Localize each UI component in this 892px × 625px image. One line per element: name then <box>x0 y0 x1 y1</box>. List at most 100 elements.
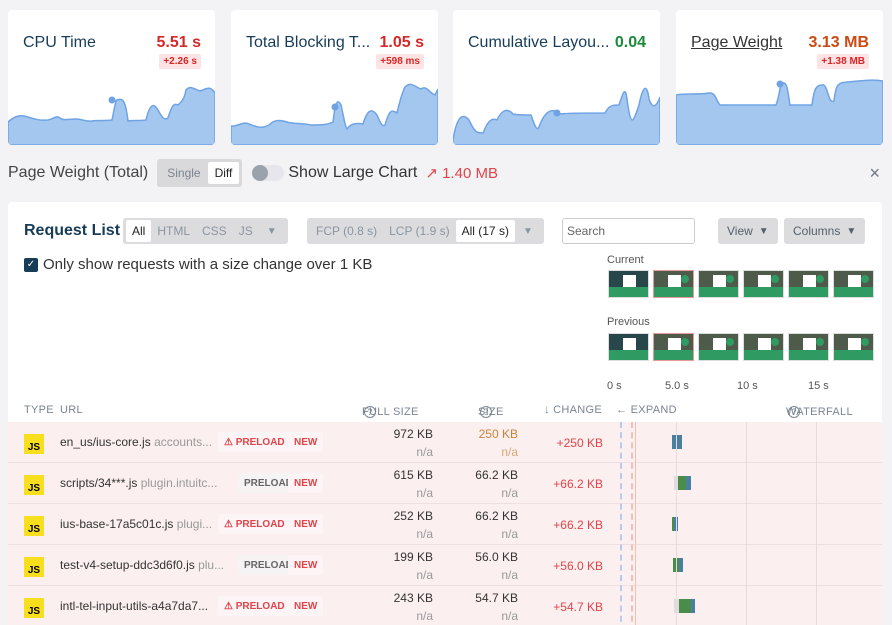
metric-card-cumulative-layout-shift[interactable]: Cumulative Layou... 0.04 <box>453 10 660 145</box>
mode-single-button[interactable]: Single <box>160 162 207 184</box>
view-button-label: View <box>727 224 753 238</box>
time-filter: FCP (0.8 s) LCP (1.9 s) All (17 s) ▼ <box>307 218 544 244</box>
col-change[interactable]: ↓ CHANGE <box>544 404 602 416</box>
preload-badge: ⚠ PRELOAD <box>218 432 291 452</box>
table-row[interactable]: JS test-v4-setup-ddc3d6f0.js plu... PREL… <box>8 545 882 586</box>
sparkline <box>676 79 883 145</box>
filmstrip-frame[interactable] <box>833 333 874 361</box>
size-change: +54.7 KB <box>553 600 603 614</box>
type-filter-dropdown-icon[interactable]: ▼ <box>259 226 285 237</box>
js-file-icon: JS <box>24 598 44 618</box>
metric-title: Cumulative Layou... <box>468 34 610 51</box>
filmstrip-frame[interactable] <box>788 270 829 298</box>
help-icon[interactable]: ? <box>788 406 800 418</box>
waterfall-marker-line <box>635 422 636 625</box>
filmstrip-frame[interactable] <box>833 270 874 298</box>
request-url[interactable]: scripts/34***.js plugin.intuitc... <box>60 476 217 490</box>
filmstrip-frame[interactable] <box>743 333 784 361</box>
waterfall-cell <box>618 504 882 545</box>
help-icon[interactable]: ? <box>480 406 492 418</box>
table-row[interactable]: JS scripts/34***.js plugin.intuitc... PR… <box>8 463 882 504</box>
preload-text: PRELOAD <box>235 436 285 448</box>
waterfall-bar-download <box>672 435 682 449</box>
filmstrip-frame[interactable] <box>788 333 829 361</box>
request-url[interactable]: test-v4-setup-ddc3d6f0.js plu... <box>60 558 224 572</box>
filmstrip-frame[interactable] <box>698 333 739 361</box>
full-size-previous: n/a <box>416 609 433 623</box>
type-filter-css[interactable]: CSS <box>196 220 233 242</box>
type-filter-all[interactable]: All <box>126 220 152 242</box>
new-badge: NEW <box>288 514 324 534</box>
full-size: 972 KB <box>393 427 433 441</box>
full-size: 615 KB <box>393 468 433 482</box>
metric-value: 0.04 <box>614 34 646 51</box>
size-change: +250 KB <box>556 436 603 450</box>
table-header: TYPE URL FULL SIZE? SIZE? ↓ CHANGE ← EXP… <box>8 402 882 420</box>
mode-diff-button[interactable]: Diff <box>207 162 240 184</box>
view-button[interactable]: View ▼ <box>718 218 778 244</box>
show-large-chart-label[interactable]: Show Large Chart <box>288 164 417 182</box>
filmstrip-current-label: Current <box>607 254 644 266</box>
type-filter-html[interactable]: HTML <box>151 220 196 242</box>
metric-card-page-weight[interactable]: Page Weight 3.13 MB +1.38 MB <box>676 10 883 145</box>
expand-button[interactable]: ← EXPAND <box>616 404 677 416</box>
filmstrip-frame[interactable] <box>653 333 694 361</box>
time-filter-all[interactable]: All (17 s) <box>455 220 515 242</box>
preload-badge: ⚠ PRELOAD <box>218 596 291 616</box>
chart-toolbar: Page Weight (Total) Single Diff Show Lar… <box>8 158 884 188</box>
search-input[interactable] <box>562 218 695 244</box>
filmstrip-frame[interactable] <box>608 333 649 361</box>
toggle-knob <box>252 165 269 181</box>
tick-label: 15 s <box>808 380 829 392</box>
time-filter-dropdown-icon[interactable]: ▼ <box>515 226 541 237</box>
table-row[interactable]: JS ius-base-17a5c01c.js plugi... ⚠ PRELO… <box>8 504 882 545</box>
request-table: JS en_us/ius-core.js accounts... ⚠ PRELO… <box>8 422 882 625</box>
new-badge: NEW <box>288 473 324 493</box>
metric-title-link[interactable]: Page Weight <box>691 34 782 52</box>
size-change-checkbox-label[interactable]: Only show requests with a size change ov… <box>43 256 372 273</box>
file-name: en_us/ius-core.js <box>60 435 151 449</box>
metric-value: 1.05 s <box>379 34 424 51</box>
full-size-previous: n/a <box>416 527 433 541</box>
host-name: plu... <box>198 558 225 572</box>
mode-segmented-control: Single Diff <box>157 159 243 187</box>
metric-card-total-blocking-time[interactable]: Total Blocking T... 1.05 s +598 ms <box>231 10 438 145</box>
size-previous: n/a <box>501 486 518 500</box>
size-change-checkbox[interactable]: ✓ Only show requests with a size change … <box>24 256 372 273</box>
type-filter-js[interactable]: JS <box>233 220 259 242</box>
full-size-previous: n/a <box>416 486 433 500</box>
col-type[interactable]: TYPE <box>24 404 54 416</box>
size-previous: n/a <box>501 527 518 541</box>
table-row[interactable]: JS en_us/ius-core.js accounts... ⚠ PRELO… <box>8 422 882 463</box>
help-icon[interactable]: ? <box>364 406 376 418</box>
waterfall-bar-download <box>679 558 683 572</box>
filmstrip-frame[interactable] <box>653 270 694 298</box>
show-large-chart-toggle[interactable] <box>252 165 285 181</box>
file-name: ius-base-17a5c01c.js <box>60 517 174 531</box>
checkbox-checked-icon[interactable]: ✓ <box>24 257 38 272</box>
request-url[interactable]: ius-base-17a5c01c.js plugi... <box>60 517 212 531</box>
full-size: 243 KB <box>393 591 433 605</box>
col-url[interactable]: URL <box>60 404 83 416</box>
table-row[interactable]: JS intl-tel-input-utils-a4a7da7... ⚠ PRE… <box>8 586 882 625</box>
waterfall-gridline <box>746 422 747 625</box>
preload-text: PRELOAD <box>235 518 285 530</box>
filmstrip-frame[interactable] <box>698 270 739 298</box>
host-name: plugin.intuitc... <box>140 476 218 490</box>
tick-label: 0 s <box>607 380 622 392</box>
waterfall-gridline <box>676 422 677 625</box>
metric-card-cpu-time[interactable]: CPU Time 5.51 s +2.26 s <box>8 10 215 145</box>
filmstrip-frame[interactable] <box>608 270 649 298</box>
columns-button[interactable]: Columns ▼ <box>784 218 866 244</box>
time-filter-fcp[interactable]: FCP (0.8 s) <box>310 220 383 242</box>
request-url[interactable]: en_us/ius-core.js accounts... <box>60 435 212 449</box>
js-file-icon: JS <box>24 434 44 454</box>
time-filter-lcp[interactable]: LCP (1.9 s) <box>383 220 455 242</box>
close-icon[interactable]: × <box>869 163 880 184</box>
filmstrip-frame[interactable] <box>743 270 784 298</box>
new-badge: NEW <box>288 555 324 575</box>
request-url[interactable]: intl-tel-input-utils-a4a7da7... <box>60 599 208 613</box>
waterfall-cell <box>618 463 882 504</box>
waterfall-lcp-line <box>631 422 633 625</box>
size: 54.7 KB <box>475 591 518 605</box>
